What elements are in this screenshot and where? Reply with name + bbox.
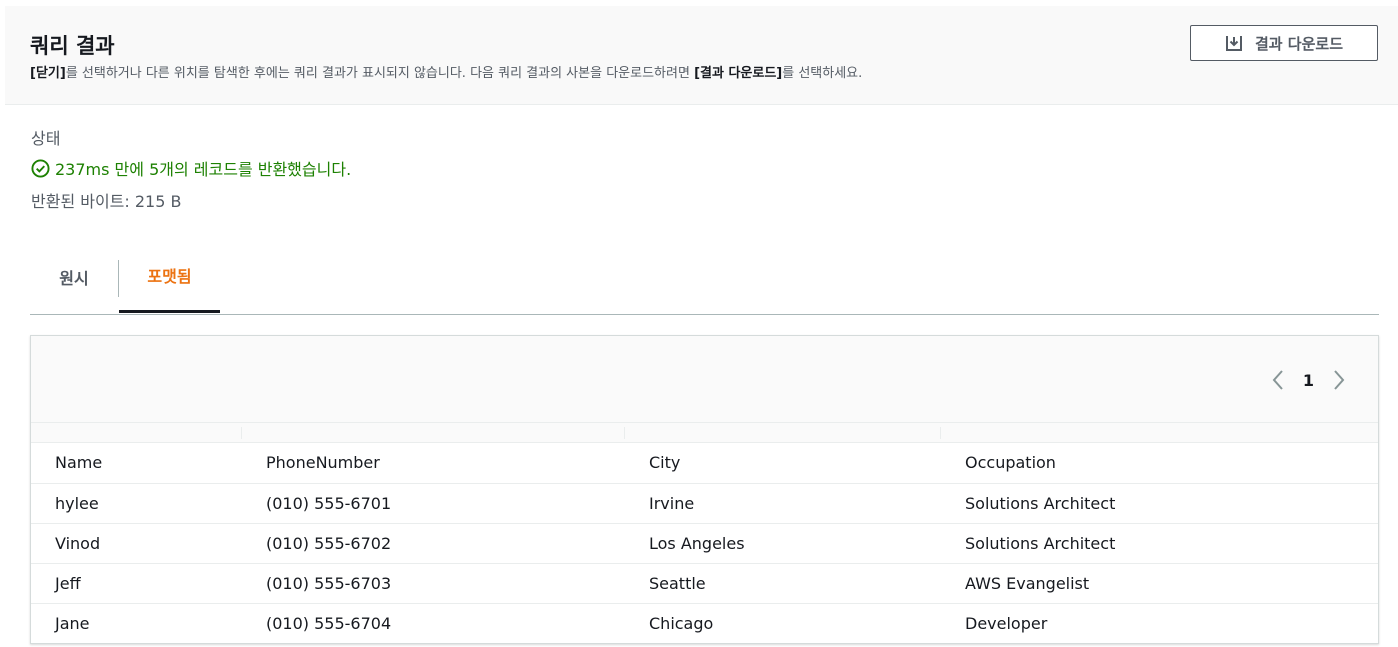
table-row: hylee (010) 555-6701 Irvine Solutions Ar… — [31, 483, 1378, 524]
chevron-left-icon[interactable] — [1267, 368, 1289, 392]
table-cell: (010) 555-6702 — [242, 523, 625, 564]
table-cell: (010) 555-6703 — [242, 563, 625, 604]
pagination: 1 — [1267, 368, 1350, 392]
column-header-bar — [31, 422, 1378, 443]
results-table-panel: 1 Name PhoneNumber City Occupation hylee… — [30, 335, 1379, 644]
table-cell: Vinod — [31, 523, 242, 564]
column-divider — [940, 427, 941, 439]
table-cell: Solutions Architect — [941, 483, 1378, 524]
close-reference: [닫기] — [30, 66, 66, 81]
table-row: Jane (010) 555-6704 Chicago Developer — [31, 603, 1378, 643]
table-cell: PhoneNumber — [242, 443, 625, 484]
table-cell: Irvine — [625, 483, 941, 524]
column-divider — [241, 427, 242, 439]
table-cell: hylee — [31, 483, 242, 524]
chevron-right-icon[interactable] — [1328, 368, 1350, 392]
download-results-button[interactable]: 결과 다운로드 — [1190, 25, 1378, 61]
table-cell: Solutions Architect — [941, 523, 1378, 564]
header-description: [닫기]를 선택하거나 다른 위치를 탐색한 후에는 쿼리 결과가 표시되지 않… — [30, 62, 862, 81]
table-cell: Seattle — [625, 563, 941, 604]
table-cell: Occupation — [941, 443, 1378, 484]
table-row: Vinod (010) 555-6702 Los Angeles Solutio… — [31, 523, 1378, 564]
table-cell: City — [625, 443, 941, 484]
description-tail: 를 선택하세요. — [782, 66, 863, 81]
table-cell: Chicago — [649, 613, 714, 633]
download-icon — [1225, 36, 1242, 51]
table-cell: Los Angeles — [625, 523, 941, 564]
table-cell: Developer — [965, 613, 1048, 633]
tab-raw[interactable]: 원시 — [30, 240, 118, 314]
status-label: 상태 — [31, 129, 61, 148]
table-cell: Name — [31, 443, 242, 484]
table-cell: Jane — [55, 613, 90, 633]
table-row: Jeff (010) 555-6703 Seattle AWS Evangeli… — [31, 563, 1378, 604]
table-row: Name PhoneNumber City Occupation — [31, 443, 1378, 484]
column-divider — [624, 427, 625, 439]
table-cell: Jeff — [31, 563, 242, 604]
download-reference: [결과 다운로드] — [694, 66, 783, 81]
results-header: 쿼리 결과 [닫기]를 선택하거나 다른 위치를 탐색한 후에는 쿼리 결과가 … — [5, 6, 1398, 105]
results-table: Name PhoneNumber City Occupation hylee (… — [31, 443, 1378, 643]
check-circle-icon — [31, 158, 50, 178]
download-button-label: 결과 다운로드 — [1254, 34, 1344, 53]
tab-formatted[interactable]: 포맷됨 — [119, 240, 220, 313]
description-text: 를 선택하거나 다른 위치를 탐색한 후에는 쿼리 결과가 표시되지 않습니다.… — [65, 66, 695, 81]
table-toolbar: 1 — [31, 336, 1378, 422]
returned-bytes: 반환된 바이트: 215 B — [31, 192, 182, 211]
status-message: 237ms 만에 5개의 레코드를 반환했습니다. — [31, 156, 351, 180]
table-cell: (010) 555-6704 — [266, 613, 392, 633]
table-cell: (010) 555-6701 — [242, 483, 625, 524]
page-title: 쿼리 결과 — [30, 34, 115, 58]
status-message-text: 237ms 만에 5개의 레코드를 반환했습니다. — [55, 160, 352, 179]
page-number[interactable]: 1 — [1303, 371, 1314, 390]
table-cell: AWS Evangelist — [941, 563, 1378, 604]
result-tabs: 원시 포맷됨 — [30, 240, 1379, 315]
